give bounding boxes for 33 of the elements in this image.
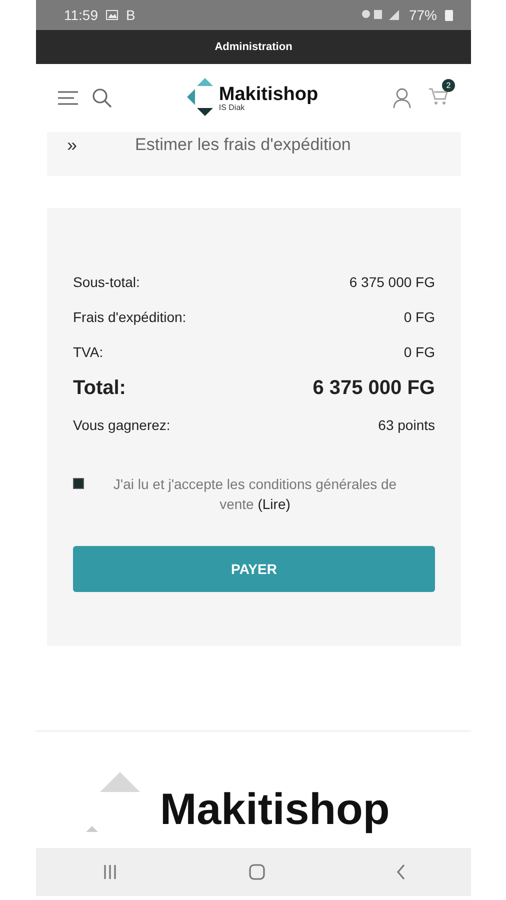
search-icon[interactable]	[92, 88, 112, 108]
summary-value: 63 points	[378, 416, 435, 432]
summary-value: 6 375 000 FG	[349, 274, 435, 290]
read-terms-link[interactable]: (Lire)	[258, 496, 290, 512]
terms-checkbox[interactable]	[73, 478, 84, 489]
logo-icon	[186, 78, 215, 118]
user-icon[interactable]	[392, 88, 411, 108]
summary-label: TVA:	[73, 344, 104, 360]
status-time: 11:59	[64, 7, 98, 23]
battery-level: 77%	[408, 7, 437, 23]
summary-label: Sous-total:	[73, 274, 140, 290]
back-icon[interactable]	[396, 864, 406, 880]
summary-value: 0 FG	[404, 308, 435, 324]
admin-title: Administration	[214, 41, 292, 53]
summary-label: Total:	[73, 376, 126, 400]
footer-logo-name: Makitishop	[160, 788, 390, 832]
battery-icon	[445, 9, 453, 21]
menu-icon[interactable]	[58, 91, 78, 105]
recent-apps-icon[interactable]	[102, 865, 118, 879]
summary-label: Frais d'expédition:	[73, 308, 186, 324]
shipping-estimate-link[interactable]: Estimer les frais d'expédition	[135, 132, 351, 158]
home-icon[interactable]	[248, 864, 264, 880]
image-icon	[106, 10, 118, 20]
status-carrier: B	[126, 7, 136, 23]
logo-subtitle: IS Diak	[218, 104, 245, 112]
summary-value: 0 FG	[404, 344, 435, 360]
logo-name: Makitishop	[218, 84, 318, 104]
expand-toggle[interactable]: »	[67, 132, 78, 158]
terms-text: J'ai lu et j'accepte les conditions générales de vente (Lire)	[112, 475, 398, 514]
summary-value: 6 375 000 FG	[312, 376, 435, 400]
cart-count-badge: 2	[442, 78, 455, 92]
summary-label: Vous gagnerez:	[73, 416, 170, 432]
cart-icon[interactable]	[428, 86, 449, 104]
